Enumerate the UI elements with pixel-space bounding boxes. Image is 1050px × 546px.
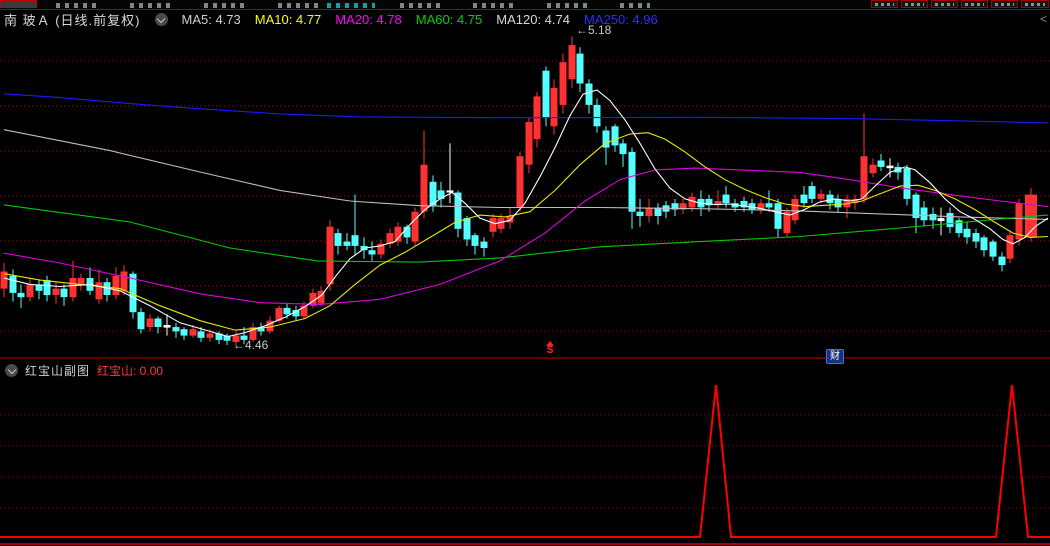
candle-body	[877, 160, 885, 167]
candle-body	[95, 282, 103, 300]
sub-gridlines	[0, 414, 1050, 509]
candle-body	[886, 165, 894, 169]
candle-body	[1006, 235, 1014, 259]
subchart-title: 红宝山副图	[25, 364, 91, 378]
candle-body	[585, 83, 593, 105]
candle-body	[516, 156, 524, 208]
candle-body	[411, 211, 419, 242]
candle-body	[568, 45, 576, 80]
candle-body	[17, 292, 25, 298]
candle-body	[172, 327, 180, 332]
candle-body	[765, 203, 773, 208]
candle-body	[525, 122, 533, 165]
financial-report-marker[interactable]: 财	[826, 349, 844, 364]
low-price-annotation: ←4.46	[233, 338, 269, 352]
candle-body	[26, 284, 34, 298]
candle-body	[722, 194, 730, 204]
candle-body	[420, 164, 428, 212]
candle-body	[550, 87, 558, 127]
candle-body	[154, 318, 162, 327]
candle-body	[137, 312, 145, 330]
candle-body	[120, 271, 128, 291]
candle-body	[197, 331, 205, 338]
candle-body	[903, 168, 911, 199]
candle-body	[946, 213, 954, 228]
candle-body	[112, 275, 120, 295]
stock-chart	[0, 36, 1050, 545]
candle-body	[559, 62, 567, 105]
candle-body	[963, 228, 971, 238]
candle-body	[817, 193, 825, 199]
ma-line-ma60	[3, 204, 1049, 263]
indicator-line	[0, 384, 1050, 538]
subchart-indicator-value: 红宝山: 0.00	[97, 364, 164, 378]
candle-body	[937, 218, 945, 222]
candle-body	[52, 288, 60, 295]
candle-body	[980, 237, 988, 251]
candle-body	[800, 194, 808, 204]
candle-body	[489, 218, 497, 232]
candle-body	[326, 226, 334, 285]
candle-body	[394, 226, 402, 242]
candle-body	[9, 275, 17, 293]
candle-body	[576, 53, 584, 84]
candle-body	[343, 241, 351, 246]
candle-body	[368, 250, 376, 255]
peak-price-annotation: ←5.18	[576, 23, 612, 37]
candle-body	[860, 156, 868, 199]
candle-body	[972, 233, 980, 242]
candle-body	[611, 126, 619, 146]
candle-body	[636, 211, 644, 216]
candle-body	[163, 325, 171, 328]
candle-body	[593, 104, 601, 127]
candle-body	[471, 235, 479, 246]
candle-body	[206, 333, 214, 338]
candle-body	[351, 235, 359, 246]
main-gridlines	[0, 60, 1050, 332]
candle-body	[189, 329, 197, 336]
dividend-marker[interactable]: $	[543, 341, 557, 356]
candle-body	[808, 186, 816, 199]
candle-body	[43, 280, 51, 296]
ma-line-ma250	[3, 93, 1049, 124]
candle-body	[146, 318, 154, 327]
candle-body	[998, 256, 1006, 266]
candle-body	[628, 151, 636, 212]
candle-body	[619, 143, 627, 155]
candle-body	[77, 278, 85, 285]
dollar-icon: $	[546, 344, 554, 356]
candle-body	[283, 307, 291, 315]
candle-body	[69, 278, 77, 298]
candle-body	[180, 329, 188, 336]
candle-body	[60, 288, 68, 298]
candle-body	[912, 194, 920, 219]
candle-body	[929, 213, 937, 221]
candle-body	[480, 241, 488, 248]
candle-body	[645, 207, 653, 216]
candle-body	[334, 233, 342, 246]
candles	[0, 36, 1037, 347]
candle-body	[989, 241, 997, 257]
ma-line-ma20	[3, 167, 1049, 305]
candle-body	[791, 198, 799, 221]
trading-app-window: 南 玻Ａ (日线.前复权) MA5: 4.73 MA10: 4.77 MA20:…	[0, 0, 1050, 546]
candle-body	[463, 218, 471, 240]
candle-body	[920, 207, 928, 221]
candle-body	[869, 164, 877, 174]
candle-body	[542, 70, 550, 118]
subchart-header: 红宝山副图 红宝山: 0.00	[5, 362, 163, 379]
chevron-down-icon[interactable]	[5, 364, 18, 377]
candle-body	[774, 203, 782, 229]
